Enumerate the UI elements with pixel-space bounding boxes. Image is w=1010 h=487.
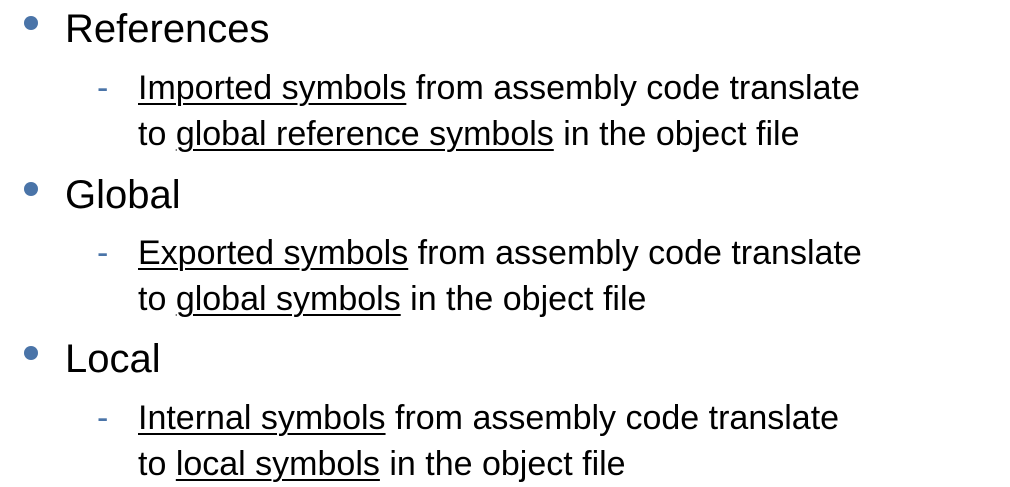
detail-line-1: Imported symbols from assembly code tran…: [138, 66, 860, 110]
term-exported-symbols: Exported symbols: [138, 234, 409, 272]
detail-middle: from assembly code translate: [385, 399, 840, 437]
detail-suffix: in the object file: [379, 445, 626, 483]
dash-icon: -: [97, 234, 109, 272]
heading-global: Global: [65, 173, 181, 217]
detail-suffix: in the object file: [400, 280, 647, 318]
detail-prefix: to: [138, 280, 176, 318]
slide: References - Imported symbols from assem…: [0, 0, 1010, 487]
term-imported-symbols: Imported symbols: [138, 69, 407, 107]
detail-line-2: to global symbols in the object file: [138, 277, 646, 321]
bullet-dot-icon: [24, 346, 38, 360]
heading-references: References: [65, 7, 270, 51]
term-internal-symbols: Internal symbols: [138, 399, 386, 437]
detail-middle: from assembly code translate: [408, 234, 862, 272]
heading-local: Local: [65, 337, 161, 381]
dash-icon: -: [97, 69, 109, 107]
detail-prefix: to: [138, 445, 176, 483]
detail-suffix: in the object file: [553, 115, 800, 153]
term-global-reference-symbols: global reference symbols: [175, 115, 554, 153]
term-local-symbols: local symbols: [175, 445, 380, 483]
detail-middle: from assembly code translate: [406, 69, 860, 107]
detail-prefix: to: [138, 115, 176, 153]
bullet-dot-icon: [24, 16, 38, 30]
detail-line-2: to global reference symbols in the objec…: [138, 112, 799, 156]
term-global-symbols: global symbols: [175, 280, 401, 318]
detail-line-1: Exported symbols from assembly code tran…: [138, 231, 862, 275]
detail-line-1: Internal symbols from assembly code tran…: [138, 396, 839, 440]
detail-line-2: to local symbols in the object file: [138, 442, 626, 486]
bullet-dot-icon: [24, 182, 38, 196]
dash-icon: -: [97, 399, 109, 437]
